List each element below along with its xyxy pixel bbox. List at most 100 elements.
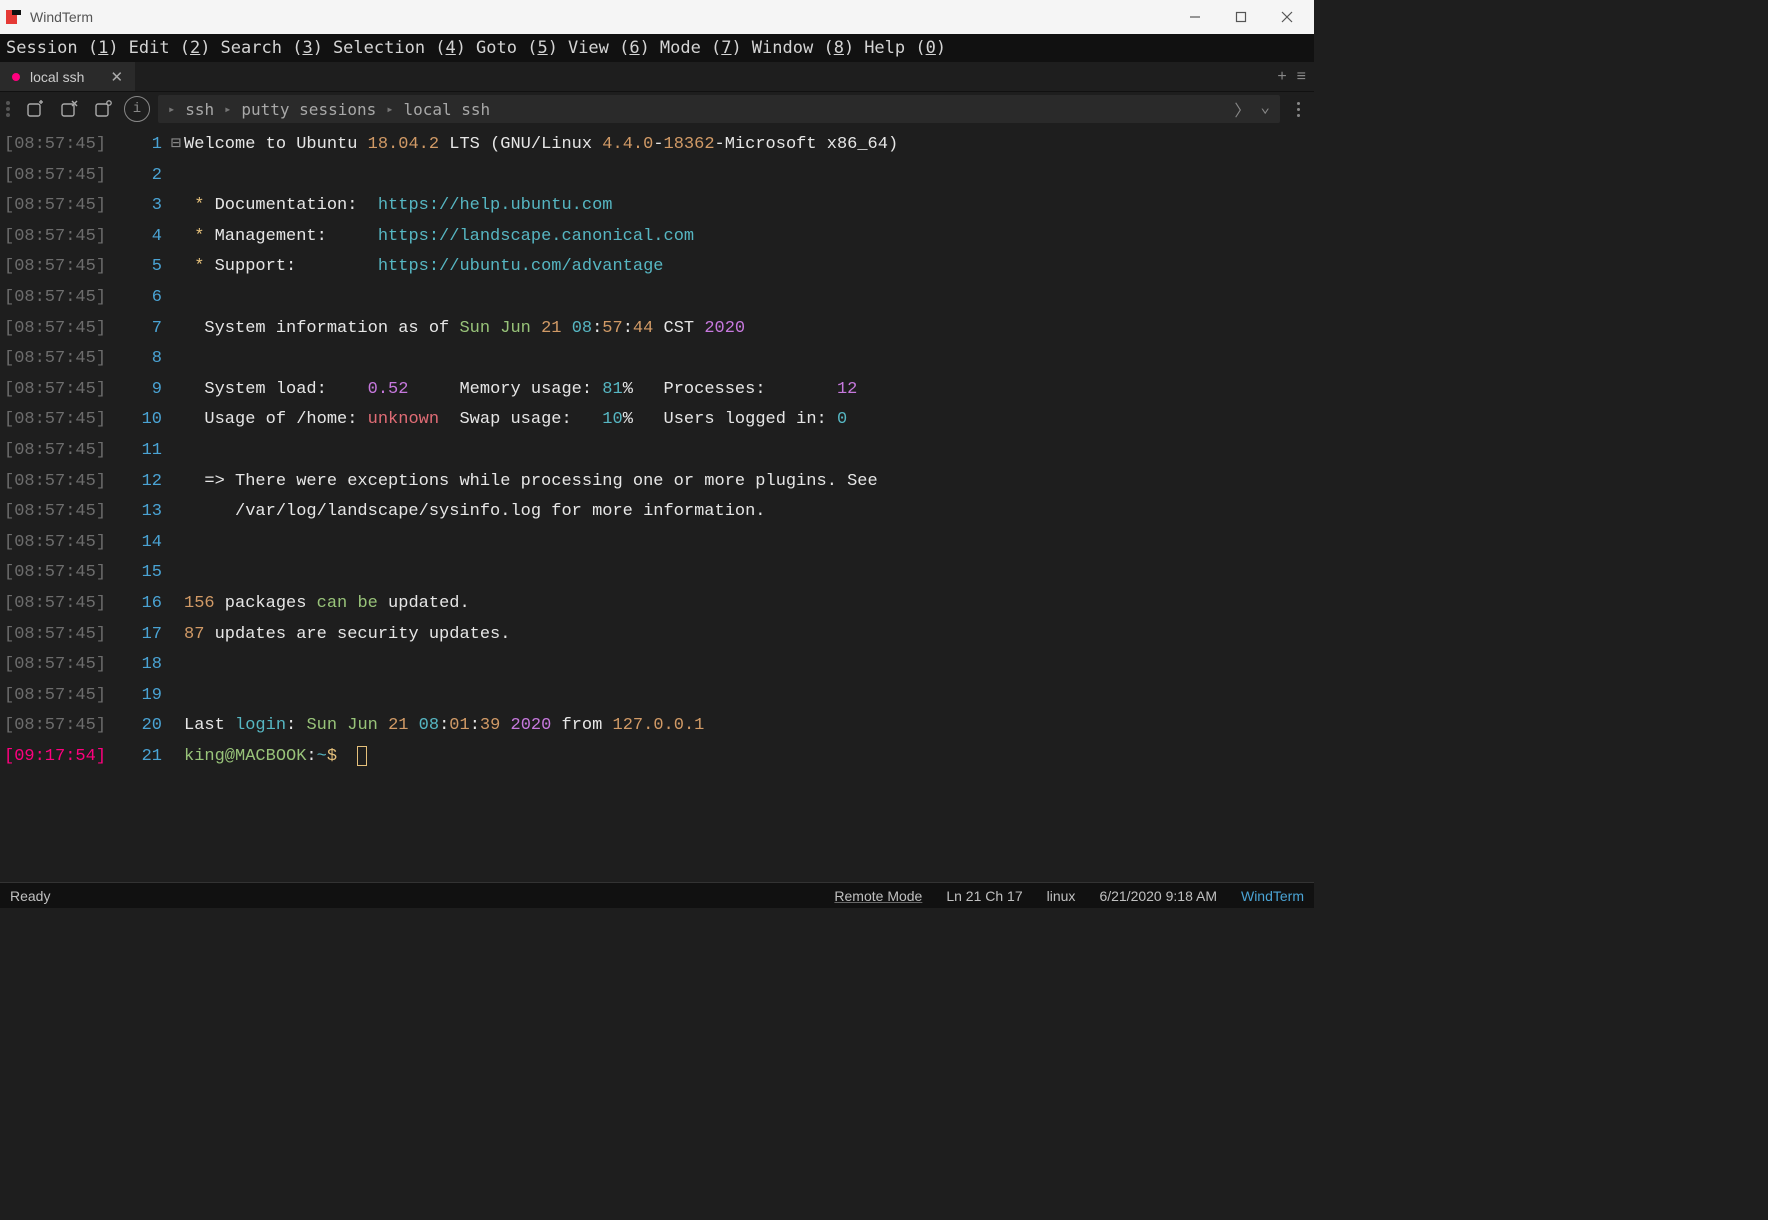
tab-local-ssh[interactable]: local ssh ✕ bbox=[0, 62, 135, 91]
timestamp: [08:57:45] bbox=[0, 528, 128, 559]
line-content bbox=[184, 528, 1314, 559]
breadcrumb-bar[interactable]: ▸ ssh ▸ putty sessions ▸ local ssh 〉 ⌄ bbox=[158, 95, 1280, 123]
fold-toggle bbox=[168, 375, 184, 406]
fold-toggle bbox=[168, 497, 184, 528]
app-title: WindTerm bbox=[30, 9, 93, 25]
line-content: * Support: https://ubuntu.com/advantage bbox=[184, 252, 1314, 283]
line-content: => There were exceptions while processin… bbox=[184, 467, 1314, 498]
menu-session[interactable]: Session (1) bbox=[6, 38, 119, 58]
breadcrumb-dropdown-icon[interactable]: ⌄ bbox=[1260, 97, 1270, 121]
status-mode[interactable]: Remote Mode bbox=[834, 888, 922, 904]
line-content bbox=[184, 558, 1314, 589]
timestamp: [08:57:45] bbox=[0, 497, 128, 528]
line-number: 18 bbox=[128, 650, 168, 681]
line-number: 2 bbox=[128, 161, 168, 192]
menu-view[interactable]: View (6) bbox=[568, 38, 650, 58]
fold-toggle bbox=[168, 191, 184, 222]
line-number: 11 bbox=[128, 436, 168, 467]
new-tab-button[interactable]: + bbox=[1277, 68, 1286, 86]
line-content: king@MACBOOK:~$ bbox=[184, 742, 1314, 773]
fold-toggle bbox=[168, 314, 184, 345]
breadcrumb-item[interactable]: ssh bbox=[185, 100, 214, 119]
line-content: Usage of /home: unknown Swap usage: 10% … bbox=[184, 405, 1314, 436]
line-content: * Documentation: https://help.ubuntu.com bbox=[184, 191, 1314, 222]
line-content: 87 updates are security updates. bbox=[184, 620, 1314, 651]
menu-edit[interactable]: Edit (2) bbox=[129, 38, 211, 58]
timestamp: [08:57:45] bbox=[0, 314, 128, 345]
timestamp: [08:57:45] bbox=[0, 436, 128, 467]
terminal-line: [08:57:45]10 Usage of /home: unknown Swa… bbox=[0, 405, 1314, 436]
menu-help[interactable]: Help (0) bbox=[864, 38, 946, 58]
fold-toggle bbox=[168, 711, 184, 742]
timestamp: [08:57:45] bbox=[0, 405, 128, 436]
fold-toggle bbox=[168, 161, 184, 192]
timestamp: [08:57:45] bbox=[0, 650, 128, 681]
status-ready: Ready bbox=[10, 888, 50, 904]
menu-goto[interactable]: Goto (5) bbox=[476, 38, 558, 58]
timestamp: [08:57:45] bbox=[0, 222, 128, 253]
line-number: 13 bbox=[128, 497, 168, 528]
fold-toggle bbox=[168, 283, 184, 314]
app-icon bbox=[4, 7, 24, 27]
line-content bbox=[184, 344, 1314, 375]
timestamp: [08:57:45] bbox=[0, 161, 128, 192]
close-session-icon[interactable] bbox=[56, 96, 82, 122]
tab-close-icon[interactable]: ✕ bbox=[110, 68, 123, 86]
refresh-session-icon[interactable] bbox=[90, 96, 116, 122]
timestamp: [08:57:45] bbox=[0, 283, 128, 314]
line-number: 6 bbox=[128, 283, 168, 314]
menu-mode[interactable]: Mode (7) bbox=[660, 38, 742, 58]
session-toolbar: i ▸ ssh ▸ putty sessions ▸ local ssh 〉 ⌄ bbox=[0, 92, 1314, 126]
close-button[interactable] bbox=[1264, 1, 1310, 33]
timestamp: [08:57:45] bbox=[0, 344, 128, 375]
line-content: Welcome to Ubuntu 18.04.2 LTS (GNU/Linux… bbox=[184, 130, 1314, 161]
fold-toggle bbox=[168, 222, 184, 253]
timestamp: [08:57:45] bbox=[0, 467, 128, 498]
terminal-output[interactable]: [08:57:45]1⊟Welcome to Ubuntu 18.04.2 LT… bbox=[0, 126, 1314, 882]
chevron-right-icon: ▸ bbox=[168, 102, 175, 116]
status-os[interactable]: linux bbox=[1047, 888, 1076, 904]
tab-label: local ssh bbox=[30, 69, 84, 85]
breadcrumb-item[interactable]: local ssh bbox=[403, 100, 490, 119]
fold-toggle bbox=[168, 558, 184, 589]
menu-search[interactable]: Search (3) bbox=[221, 38, 323, 58]
maximize-button[interactable] bbox=[1218, 1, 1264, 33]
terminal-line: [08:57:45]13 /var/log/landscape/sysinfo.… bbox=[0, 497, 1314, 528]
info-icon[interactable]: i bbox=[124, 96, 150, 122]
terminal-line: [08:57:45]7 System information as of Sun… bbox=[0, 314, 1314, 345]
line-content: System load: 0.52 Memory usage: 81% Proc… bbox=[184, 375, 1314, 406]
line-number: 3 bbox=[128, 191, 168, 222]
timestamp: [09:17:54] bbox=[0, 742, 128, 773]
fold-toggle bbox=[168, 528, 184, 559]
status-position[interactable]: Ln 21 Ch 17 bbox=[946, 888, 1022, 904]
fold-toggle bbox=[168, 742, 184, 773]
tabs-menu-button[interactable]: ≡ bbox=[1297, 68, 1306, 86]
menu-selection[interactable]: Selection (4) bbox=[333, 38, 466, 58]
menu-window[interactable]: Window (8) bbox=[752, 38, 854, 58]
breadcrumb-forward-icon[interactable]: 〉 bbox=[1234, 97, 1250, 121]
new-session-icon[interactable] bbox=[22, 96, 48, 122]
chevron-right-icon: ▸ bbox=[224, 102, 231, 116]
terminal-line: [08:57:45]12 => There were exceptions wh… bbox=[0, 467, 1314, 498]
timestamp: [08:57:45] bbox=[0, 375, 128, 406]
fold-toggle bbox=[168, 620, 184, 651]
timestamp: [08:57:45] bbox=[0, 620, 128, 651]
line-content: System information as of Sun Jun 21 08:5… bbox=[184, 314, 1314, 345]
drag-handle-icon[interactable] bbox=[6, 101, 12, 117]
terminal-line: [08:57:45]6 bbox=[0, 283, 1314, 314]
toolbar-overflow-icon[interactable] bbox=[1288, 102, 1308, 117]
terminal-line: [08:57:45]8 bbox=[0, 344, 1314, 375]
breadcrumb-item[interactable]: putty sessions bbox=[241, 100, 376, 119]
fold-toggle[interactable]: ⊟ bbox=[168, 130, 184, 161]
line-number: 4 bbox=[128, 222, 168, 253]
minimize-button[interactable] bbox=[1172, 1, 1218, 33]
terminal-line: [08:57:45]1⊟Welcome to Ubuntu 18.04.2 LT… bbox=[0, 130, 1314, 161]
terminal-line: [08:57:45]14 bbox=[0, 528, 1314, 559]
status-app[interactable]: WindTerm bbox=[1241, 888, 1304, 904]
terminal-line: [08:57:45]4 * Management: https://landsc… bbox=[0, 222, 1314, 253]
terminal-line: [08:57:45]18 bbox=[0, 650, 1314, 681]
line-content bbox=[184, 436, 1314, 467]
terminal-line: [08:57:45]16156 packages can be updated. bbox=[0, 589, 1314, 620]
cursor bbox=[357, 746, 367, 766]
line-number: 16 bbox=[128, 589, 168, 620]
